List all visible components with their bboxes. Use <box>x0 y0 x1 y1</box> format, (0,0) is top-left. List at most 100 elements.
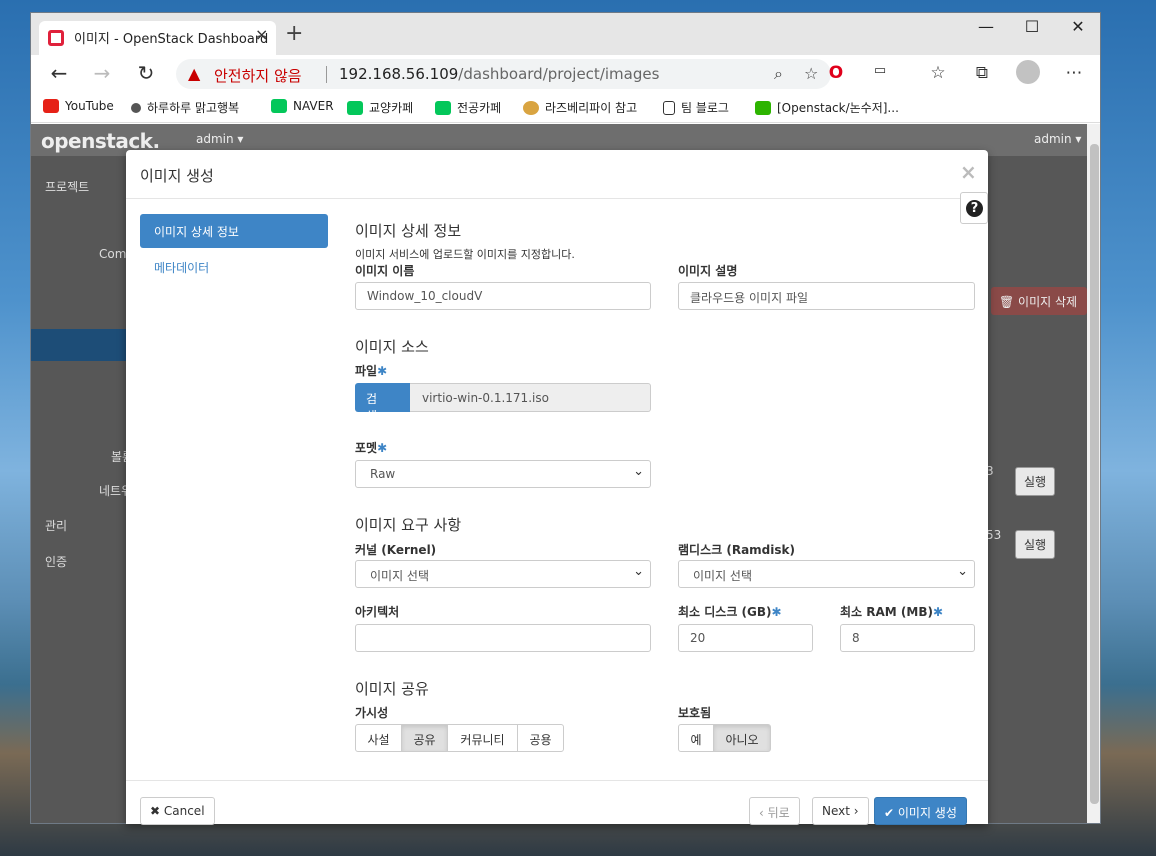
raspberry-icon <box>523 100 539 115</box>
file-label: 파일✱ <box>355 364 388 378</box>
bookmark-youtube[interactable]: YouTube <box>43 99 114 113</box>
visibility-private-button[interactable]: 사설 <box>355 724 402 752</box>
bookmark-cafe-1[interactable]: 교양카페 <box>347 99 413 116</box>
bookmark-label: [Openstack/논수저]... <box>777 101 899 115</box>
image-name-label: 이미지 이름 <box>355 264 415 278</box>
visibility-shared-button[interactable]: 공유 <box>401 724 448 752</box>
dots-icon <box>131 102 141 113</box>
new-tab-button[interactable]: + <box>285 21 303 46</box>
browser-tab[interactable]: 이미지 - OpenStack Dashboard × <box>39 21 276 55</box>
youtube-icon <box>43 99 59 113</box>
tab-strip: 이미지 - OpenStack Dashboard × + — ☐ ✕ <box>31 13 1100 55</box>
ramdisk-value: 이미지 선택 <box>693 569 753 583</box>
window-close-icon[interactable]: ✕ <box>1058 17 1098 36</box>
sidebar-project[interactable]: 프로젝트 <box>45 178 89 195</box>
row-launch-button[interactable]: 실행 <box>1015 467 1056 496</box>
bookmarks-bar: YouTube 하루하루 맑고행복 NAVER 교양카페 전공카페 라즈베리파이… <box>31 93 1100 123</box>
create-image-button[interactable]: ✔ 이미지 생성 <box>874 797 967 825</box>
modal-footer: ✖ Cancel ‹ 뒤로 Next › ✔ 이미지 생성 <box>126 780 988 825</box>
chevron-down-icon: ⌄ <box>957 564 968 579</box>
protected-no-button[interactable]: 아니오 <box>713 724 771 752</box>
help-button[interactable]: ? <box>960 192 988 224</box>
profile-avatar[interactable] <box>1016 60 1040 84</box>
page-icon <box>663 100 675 115</box>
modal-close-icon[interactable]: × <box>960 160 977 184</box>
details-description: 이미지 서비스에 업로드할 이미지를 지정합니다. <box>355 248 575 261</box>
wizard-step-metadata[interactable]: 메타데이터 <box>154 259 209 276</box>
kernel-label: 커널 (Kernel) <box>355 543 437 557</box>
requirements-section-title: 이미지 요구 사항 <box>355 516 462 534</box>
visibility-community-button[interactable]: 커뮤니티 <box>447 724 518 752</box>
ramdisk-select[interactable]: 이미지 선택 ⌄ <box>678 560 975 588</box>
user-menu[interactable]: admin ▾ <box>1034 132 1081 146</box>
format-label: 포멧✱ <box>355 441 388 455</box>
bookmark-label: 전공카페 <box>457 101 502 115</box>
min-disk-input[interactable]: 20 <box>678 624 813 652</box>
protected-yes-button[interactable]: 예 <box>678 724 714 752</box>
sidebar-active-item[interactable] <box>31 329 127 361</box>
url-host: 192.168.56.109 <box>339 65 459 83</box>
warning-icon: ▲ <box>188 64 201 83</box>
visibility-label: 가시성 <box>355 706 389 720</box>
tab-close-icon[interactable]: × <box>255 25 268 44</box>
zoom-icon[interactable]: ⌕ <box>774 64 783 84</box>
refresh-icon[interactable]: ↻ <box>132 61 160 85</box>
browse-button[interactable]: 검색... <box>355 383 410 423</box>
url-path: /dashboard/project/images <box>458 65 660 83</box>
help-icon: ? <box>966 200 983 217</box>
sidebar-admin[interactable]: 관리 <box>45 517 67 534</box>
kernel-select[interactable]: 이미지 선택 ⌄ <box>355 560 651 588</box>
cast-icon[interactable]: ▭ <box>867 63 893 78</box>
collections-icon[interactable]: ⧉ <box>969 63 995 83</box>
back-button[interactable]: ‹ 뒤로 <box>749 797 800 825</box>
bookmark-team-blog[interactable]: 팀 블로그 <box>663 99 729 116</box>
tab-title: 이미지 - OpenStack Dashboard <box>74 32 269 47</box>
min-ram-label: 최소 RAM (MB)✱ <box>840 605 944 619</box>
row-launch-button[interactable]: 실행 <box>1015 530 1056 559</box>
favorite-star-icon[interactable]: ☆ <box>804 64 818 83</box>
format-value: Raw <box>370 467 396 481</box>
minimize-icon[interactable]: — <box>966 17 1006 36</box>
min-disk-label: 최소 디스크 (GB)✱ <box>678 605 782 619</box>
delete-images-button[interactable]: 🗑 이미지 삭제 <box>991 287 1087 315</box>
row-value: 53 <box>986 528 1002 542</box>
wizard-step-details[interactable]: 이미지 상세 정보 <box>140 214 328 248</box>
url-text[interactable]: 192.168.56.109/dashboard/project/images <box>339 65 659 83</box>
url-bar[interactable]: ▲ 안전하지 않음 192.168.56.109/dashboard/proje… <box>176 59 831 89</box>
protected-label: 보호됨 <box>678 706 712 720</box>
project-menu[interactable]: admin ▾ <box>196 132 243 146</box>
openstack-favicon-icon <box>48 30 64 46</box>
cancel-label: Cancel <box>163 804 205 818</box>
next-button[interactable]: Next › <box>812 797 869 825</box>
modal-header: 이미지 생성 × <box>126 150 988 199</box>
bookmark-label: 교양카페 <box>369 101 414 115</box>
image-name-input[interactable]: Window_10_cloudV <box>355 282 651 310</box>
bookmark-naver[interactable]: NAVER <box>271 99 334 113</box>
visibility-public-button[interactable]: 공용 <box>517 724 564 752</box>
bookmark-cafe-2[interactable]: 전공카페 <box>435 99 501 116</box>
bookmark-openstack[interactable]: [Openstack/논수저]... <box>755 99 899 116</box>
address-toolbar: ← → ↻ ▲ 안전하지 않음 192.168.56.109/dashboard… <box>31 55 1100 93</box>
bookmark-daily[interactable]: 하루하루 맑고행복 <box>131 99 239 116</box>
favorites-list-icon[interactable]: ☆ <box>925 63 951 83</box>
cafe-icon <box>347 100 363 115</box>
sidebar-identity[interactable]: 인증 <box>45 553 67 570</box>
image-description-input[interactable]: 클라우드용 이미지 파일 <box>678 282 975 310</box>
min-ram-input[interactable]: 8 <box>840 624 975 652</box>
maximize-icon[interactable]: ☐ <box>1012 17 1052 36</box>
forward-icon[interactable]: → <box>88 61 116 85</box>
blog-icon <box>755 100 771 115</box>
architecture-input[interactable] <box>355 624 651 652</box>
back-icon[interactable]: ← <box>45 61 73 85</box>
cancel-button[interactable]: ✖ Cancel <box>140 797 215 825</box>
security-warning: 안전하지 않음 <box>214 67 302 85</box>
details-section-title: 이미지 상세 정보 <box>355 222 462 240</box>
opera-extension-icon[interactable]: O <box>823 63 849 83</box>
modal-title: 이미지 생성 <box>140 167 214 185</box>
kernel-value: 이미지 선택 <box>370 569 430 583</box>
url-separator <box>326 66 327 83</box>
bookmark-raspberry[interactable]: 라즈베리파이 참고 <box>523 99 637 116</box>
more-menu-icon[interactable]: ⋯ <box>1061 63 1087 83</box>
format-select[interactable]: Raw ⌄ <box>355 460 651 488</box>
scrollbar-thumb[interactable] <box>1090 144 1099 804</box>
